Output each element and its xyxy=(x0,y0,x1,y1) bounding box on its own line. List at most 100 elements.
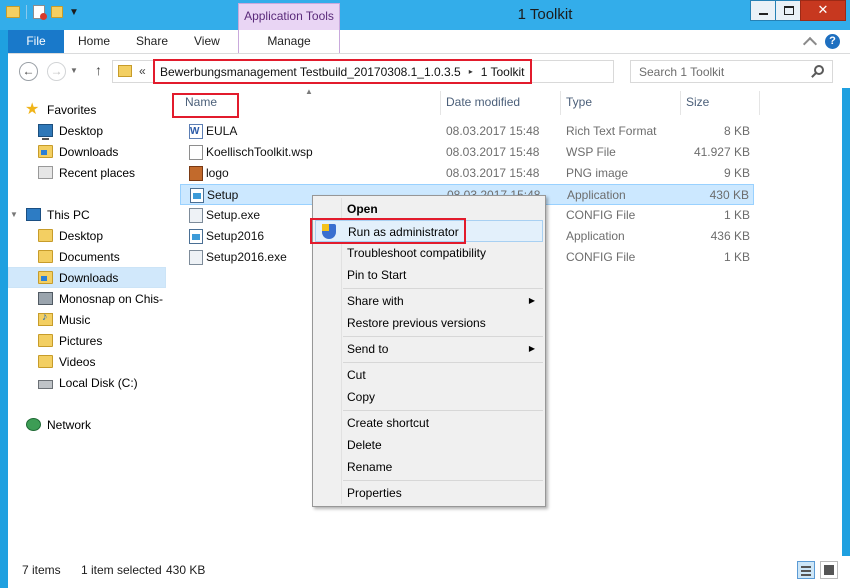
large-icons-view-button[interactable] xyxy=(820,561,838,579)
menu-separator xyxy=(343,410,543,411)
tab-view[interactable]: View xyxy=(194,30,220,53)
breadcrumb-item[interactable]: 1 Toolkit xyxy=(481,65,525,79)
nav-network[interactable]: Network xyxy=(8,414,166,435)
menu-item-properties[interactable]: Properties xyxy=(315,482,543,504)
properties-icon[interactable] xyxy=(33,5,47,20)
file-size: 9 KB xyxy=(723,166,750,180)
nav-label: Local Disk (C:) xyxy=(59,375,138,390)
new-folder-icon[interactable] xyxy=(51,6,63,18)
menu-item-pin-to-start[interactable]: Pin to Start xyxy=(315,264,543,286)
breadcrumb-separator-icon[interactable]: ▸ xyxy=(469,67,473,76)
customize-toolbar-chevron-icon[interactable]: ▼ xyxy=(69,7,79,18)
folder-icon[interactable] xyxy=(6,6,20,18)
up-one-level-button[interactable]: ↑ xyxy=(95,62,102,78)
search-icon[interactable] xyxy=(814,65,824,75)
details-view-button[interactable] xyxy=(797,561,815,579)
nav-desktop-favorite[interactable]: Desktop xyxy=(8,120,166,141)
tab-share[interactable]: Share xyxy=(136,30,168,53)
file-date: 08.03.2017 15:48 xyxy=(446,145,540,159)
minimize-icon xyxy=(759,13,768,15)
tab-file[interactable]: File xyxy=(8,30,64,53)
menu-item-restore-previous-versions[interactable]: Restore previous versions xyxy=(315,312,543,334)
folder-icon xyxy=(38,355,53,368)
navigation-pane: Favorites Desktop Downloads Recent place… xyxy=(8,88,166,556)
close-icon: ✕ xyxy=(817,2,829,17)
menu-item-delete[interactable]: Delete xyxy=(315,434,543,456)
nav-pictures[interactable]: Pictures xyxy=(8,330,166,351)
nav-downloads-favorite[interactable]: Downloads xyxy=(8,141,166,162)
column-header-date[interactable]: Date modified xyxy=(440,91,561,115)
nav-videos[interactable]: Videos xyxy=(8,351,166,372)
menu-item-cut[interactable]: Cut xyxy=(315,364,543,386)
nav-downloads[interactable]: Downloads xyxy=(8,267,166,288)
maximize-button[interactable] xyxy=(775,0,801,21)
minimize-button[interactable] xyxy=(750,0,776,21)
address-bar[interactable]: « Bewerbungsmanagement Testbuild_2017030… xyxy=(112,59,614,84)
network-drive-icon xyxy=(38,292,53,305)
table-row[interactable]: EULA 08.03.2017 15:48 Rich Text Format 8… xyxy=(180,121,754,142)
breadcrumb: Bewerbungsmanagement Testbuild_20170308.… xyxy=(153,59,532,84)
recent-locations-chevron-icon[interactable]: ▼ xyxy=(70,66,78,75)
file-size: 430 KB xyxy=(709,188,749,202)
expand-chevron-icon[interactable]: ▼ xyxy=(10,210,18,219)
application-tools-tab-group: Application Tools xyxy=(238,3,340,30)
menu-item-copy[interactable]: Copy xyxy=(315,386,543,408)
nav-label: Monosnap on Chis- xyxy=(59,291,164,306)
config-file-icon xyxy=(189,250,203,265)
window-title: 1 Toolkit xyxy=(517,6,573,23)
back-button[interactable]: ← xyxy=(19,62,38,81)
details-view-icon xyxy=(801,566,811,568)
menu-item-create-shortcut[interactable]: Create shortcut xyxy=(315,412,543,434)
downloads-folder-icon xyxy=(38,145,53,158)
table-row[interactable]: KoellischToolkit.wsp 08.03.2017 15:48 WS… xyxy=(180,142,754,163)
breadcrumb-item[interactable]: Bewerbungsmanagement Testbuild_20170308.… xyxy=(160,65,461,79)
blank-file-icon xyxy=(189,145,203,160)
large-icons-view-icon xyxy=(824,565,834,575)
menu-item-open[interactable]: Open xyxy=(315,198,543,220)
close-button[interactable]: ✕ xyxy=(800,0,846,21)
menu-item-label: Share with xyxy=(347,294,404,308)
column-header-type[interactable]: Type xyxy=(560,91,681,115)
file-name: Setup xyxy=(207,188,239,202)
file-name: logo xyxy=(206,166,229,180)
tab-home[interactable]: Home xyxy=(78,30,110,53)
file-name: KoellischToolkit.wsp xyxy=(206,145,313,159)
nav-desktop[interactable]: Desktop xyxy=(8,225,166,246)
application-icon xyxy=(190,188,204,203)
tab-manage[interactable]: Manage xyxy=(238,30,340,53)
details-view-icon xyxy=(801,570,811,572)
file-type: CONFIG File xyxy=(566,250,636,264)
quick-access-toolbar: ▼ xyxy=(6,5,79,20)
menu-separator xyxy=(343,480,543,481)
menu-item-share-with[interactable]: Share with ▶ xyxy=(315,290,543,312)
table-row[interactable]: logo 08.03.2017 15:48 PNG image 9 KB xyxy=(180,163,754,184)
word-document-icon xyxy=(189,121,203,142)
menu-item-troubleshoot[interactable]: Troubleshoot compatibility xyxy=(315,242,543,264)
nav-label: Desktop xyxy=(59,123,104,138)
forward-button[interactable]: → xyxy=(47,62,66,81)
nav-recent-places[interactable]: Recent places xyxy=(8,162,166,183)
desktop-icon xyxy=(38,124,53,140)
column-header-size[interactable]: Size xyxy=(680,91,760,115)
file-type: Application xyxy=(566,229,625,243)
ribbon-tabs: File Home Share View Manage ? xyxy=(8,30,850,53)
address-overflow[interactable]: « xyxy=(139,64,146,78)
nav-favorites[interactable]: Favorites xyxy=(8,99,166,120)
recent-places-icon xyxy=(38,166,53,179)
nav-music[interactable]: Music xyxy=(8,309,166,330)
expand-ribbon-chevron-icon[interactable] xyxy=(802,36,818,51)
nav-monosnap[interactable]: Monosnap on Chis- xyxy=(8,288,166,309)
search-input[interactable]: Search 1 Toolkit xyxy=(630,60,833,83)
folder-icon xyxy=(38,334,53,347)
nav-local-disk[interactable]: Local Disk (C:) xyxy=(8,372,166,393)
nav-label: Documents xyxy=(59,249,120,264)
nav-label: Downloads xyxy=(59,270,119,285)
nav-documents[interactable]: Documents xyxy=(8,246,166,267)
help-icon[interactable]: ? xyxy=(825,34,840,49)
ribbon-controls: ? xyxy=(802,34,840,51)
toolbar-divider xyxy=(26,5,27,19)
nav-this-pc[interactable]: ▼ This PC xyxy=(8,204,166,225)
menu-item-send-to[interactable]: Send to ▶ xyxy=(315,338,543,360)
menu-item-rename[interactable]: Rename xyxy=(315,456,543,478)
file-name: EULA xyxy=(206,124,238,138)
